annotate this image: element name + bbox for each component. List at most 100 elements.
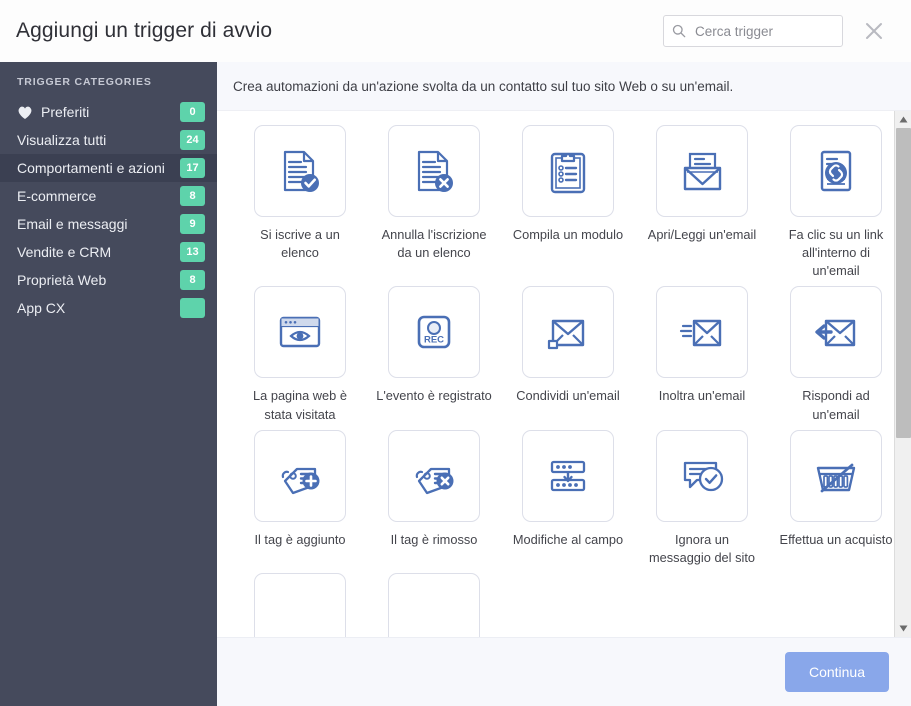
sidebar-item-label: App CX xyxy=(17,300,66,316)
search-box[interactable] xyxy=(663,15,843,47)
sidebar-item-vendite-e-crm[interactable]: Vendite e CRM 13 xyxy=(0,238,217,266)
field-change-icon xyxy=(522,429,614,522)
sidebar-title: TRIGGER CATEGORIES xyxy=(17,76,152,88)
svg-text:REC: REC xyxy=(424,335,444,346)
trigger-card[interactable]: Ignora un messaggio del sito xyxy=(635,429,769,573)
sidebar-item-badge: 17 xyxy=(180,158,205,178)
reply-envelope-icon xyxy=(790,286,882,379)
trigger-card[interactable]: Compila un modulo xyxy=(501,125,635,286)
sidebar-item-badge: 0 xyxy=(180,102,205,122)
sidebar-item-badge: 8 xyxy=(180,270,205,290)
sidebar-item-app-cx[interactable]: App CX xyxy=(0,294,217,322)
shopping-basket-icon xyxy=(790,429,882,522)
trigger-icon xyxy=(388,573,480,637)
trigger-card-label: Si iscrive a un elenco xyxy=(260,227,340,261)
heart-icon xyxy=(18,106,32,119)
trigger-card[interactable] xyxy=(233,573,367,637)
clipboard-list-icon xyxy=(522,125,614,217)
tag-plus-icon xyxy=(254,429,346,522)
tag-x-icon xyxy=(388,429,480,522)
trigger-card-label: Il tag è aggiunto xyxy=(254,531,346,547)
sidebar-item-badge xyxy=(180,298,205,318)
trigger-card[interactable]: Apri/Leggi un'email xyxy=(635,125,769,286)
sidebar: TRIGGER CATEGORIES Preferiti 0 Visualizza … xyxy=(0,62,217,706)
main-panel: Crea automazioni da un'azione svolta da … xyxy=(217,62,911,706)
trigger-card[interactable]: Il tag è aggiunto xyxy=(233,429,367,573)
trigger-icon xyxy=(254,573,346,637)
document-check-icon xyxy=(254,125,346,217)
sidebar-item-label: Preferiti xyxy=(41,104,90,120)
scrollbar-track[interactable] xyxy=(894,128,911,620)
trigger-card-label: Rispondi ad un'email xyxy=(802,388,870,422)
trigger-grid-wrapper: Si iscrive a un elenco Annulla l'iscrizio… xyxy=(217,110,911,637)
sidebar-item-email-e-messaggi[interactable]: Email e messaggi 9 xyxy=(0,210,217,238)
sidebar-item-badge: 24 xyxy=(180,130,205,150)
trigger-card-label: Modifiche al campo xyxy=(512,531,624,547)
trigger-card-label: Condividi un'email xyxy=(516,388,620,404)
vertical-scrollbar[interactable] xyxy=(894,111,911,637)
browser-eye-icon xyxy=(254,286,346,379)
trigger-card[interactable] xyxy=(367,573,501,637)
close-icon xyxy=(866,23,882,39)
modal-footer: Continua xyxy=(217,637,911,706)
chat-check-icon xyxy=(656,429,748,522)
trigger-grid: Si iscrive a un elenco Annulla l'iscrizio… xyxy=(233,125,894,637)
sidebar-item-label: E-commerce xyxy=(17,188,97,204)
trigger-card[interactable]: Condividi un'email xyxy=(501,286,635,429)
trigger-grid-scroll: Si iscrive a un elenco Annulla l'iscrizio… xyxy=(217,111,894,637)
page-title: Aggiungi un trigger di avvio xyxy=(16,19,273,42)
trigger-card[interactable]: Inoltra un'email xyxy=(635,286,769,429)
trigger-card-label: La pagina web è stata visitata xyxy=(253,388,347,422)
add-trigger-modal: Aggiungi un trigger di avvio TRIGGER CAT… xyxy=(0,0,911,706)
trigger-card-label: L'evento è registrato xyxy=(376,388,492,404)
document-link-icon xyxy=(790,125,882,217)
trigger-card-label: Fa clic su un link all'interno di un'ema… xyxy=(788,227,884,279)
scrollbar-thumb[interactable] xyxy=(895,128,911,438)
sidebar-item-label: Visualizza tutti xyxy=(17,132,107,148)
sidebar-item-comportamenti-e-azioni[interactable]: Comportamenti e azioni 17 xyxy=(0,154,217,182)
trigger-card-label: Inoltra un'email xyxy=(658,388,746,404)
trigger-card-label: Apri/Leggi un'email xyxy=(647,227,757,242)
trigger-card[interactable]: Il tag è rimosso xyxy=(367,429,501,573)
sidebar-item-badge: 9 xyxy=(180,214,205,234)
sidebar-item-badge: 8 xyxy=(180,186,205,206)
search-icon xyxy=(672,24,686,38)
trigger-card[interactable]: REC L'evento è registrato xyxy=(367,286,501,429)
sidebar-item-badge: 13 xyxy=(180,242,205,262)
sidebar-item-label: Comportamenti e azioni xyxy=(17,160,165,176)
close-button[interactable] xyxy=(861,18,887,44)
heart-icon xyxy=(17,105,33,120)
main-description: Crea automazioni da un'azione svolta da … xyxy=(217,62,911,110)
sidebar-category-list: Preferiti 0 Visualizza tutti 24 Comportament… xyxy=(0,98,217,322)
sidebar-item-visualizza-tutti[interactable]: Visualizza tutti 24 xyxy=(0,126,217,154)
scroll-down-arrow-icon[interactable] xyxy=(894,620,911,637)
share-envelope-icon xyxy=(522,286,614,379)
trigger-card[interactable]: Rispondi ad un'email xyxy=(769,286,894,429)
trigger-card-label: Il tag è rimosso xyxy=(390,531,478,547)
modal-body: TRIGGER CATEGORIES Preferiti 0 Visualizza … xyxy=(0,62,911,706)
sidebar-item-label: Email e messaggi xyxy=(17,216,128,232)
trigger-card[interactable]: Effettua un acquisto xyxy=(769,429,894,573)
sidebar-item-propriet-web[interactable]: Proprietà Web 8 xyxy=(0,266,217,294)
trigger-card[interactable]: Modifiche al campo xyxy=(501,429,635,573)
sidebar-item-preferiti[interactable]: Preferiti 0 xyxy=(0,98,217,126)
trigger-card-label: Annulla l'iscrizione da un elenco xyxy=(381,227,487,261)
sidebar-item-label: Vendite e CRM xyxy=(17,244,112,260)
sidebar-item-label: Proprietà Web xyxy=(17,272,107,288)
trigger-card[interactable]: Si iscrive a un elenco xyxy=(233,125,367,286)
rec-button-icon: REC xyxy=(388,286,480,379)
sidebar-item-e-commerce[interactable]: E-commerce 8 xyxy=(0,182,217,210)
modal-header: Aggiungi un trigger di avvio xyxy=(0,0,911,62)
trigger-card-label: Compila un modulo xyxy=(512,227,624,242)
document-x-icon xyxy=(388,125,480,217)
search-input[interactable] xyxy=(693,22,834,40)
trigger-card[interactable]: La pagina web è stata visitata xyxy=(233,286,367,429)
scroll-up-arrow-icon[interactable] xyxy=(894,111,911,128)
forward-envelope-icon xyxy=(656,286,748,379)
trigger-card-label: Ignora un messaggio del sito xyxy=(649,531,755,565)
trigger-card[interactable]: Fa clic su un link all'interno di un'ema… xyxy=(769,125,894,286)
trigger-card-label: Effettua un acquisto xyxy=(779,531,893,547)
trigger-card[interactable]: Annulla l'iscrizione da un elenco xyxy=(367,125,501,286)
open-envelope-icon xyxy=(656,125,748,217)
continue-button[interactable]: Continua xyxy=(784,652,889,692)
